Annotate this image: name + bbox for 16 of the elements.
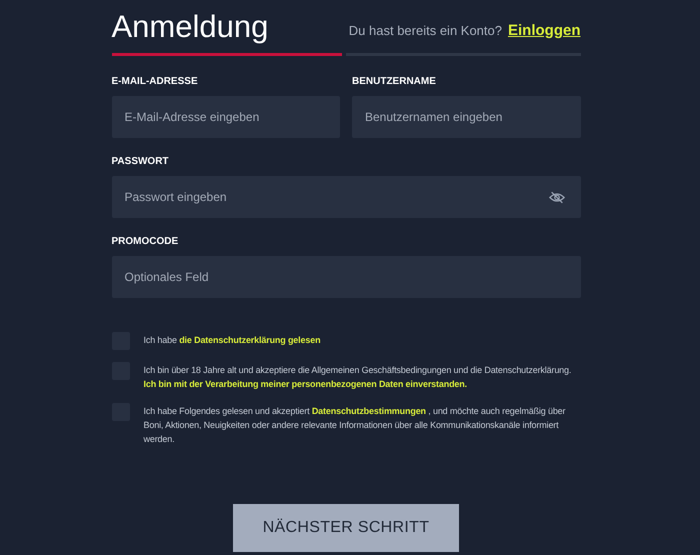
next-step-button[interactable]: NÄCHSTER SCHRITT bbox=[233, 504, 459, 552]
login-link[interactable]: Einloggen bbox=[508, 22, 580, 39]
login-prompt: Du hast bereits ein Konto? bbox=[348, 23, 502, 38]
input-field[interactable]: Optionales Feld bbox=[112, 256, 580, 298]
page-title: Anmeldung bbox=[112, 8, 268, 46]
field-label: BENUTZERNAME bbox=[352, 76, 437, 89]
input-field[interactable]: Passwort eingeben bbox=[112, 176, 580, 218]
consent-text: Ich habe die Datenschutzerklärung gelesen bbox=[144, 334, 320, 347]
field-label: PASSWORT bbox=[112, 156, 170, 169]
consent-text: Ich bin über 18 Jahre alt und akzeptiere die Allgemeinen Geschäftsbedingungen und die Datenschutzerklärung. Ich bin mit der Verarbeitung meiner personenbezogenen Daten einverstanden. bbox=[144, 364, 572, 391]
field-label: E-MAIL-ADRESSE bbox=[112, 76, 199, 89]
eye-slash-icon[interactable] bbox=[548, 191, 564, 204]
consent-text: Ich habe Folgendes gelesen und akzeptiert Datenschutzbestimmungen , und möchte auch regelmäßig über Boni, Aktionen, Neuigkeiten oder andere relevante Informationen über alle Kommunikationskanäle informiert werden. bbox=[144, 405, 566, 446]
field-label: PROMOCODE bbox=[112, 236, 180, 249]
input-field[interactable]: E-Mail-Adresse eingeben bbox=[112, 96, 340, 138]
input-field[interactable]: Benutzernamen eingeben bbox=[352, 96, 580, 138]
